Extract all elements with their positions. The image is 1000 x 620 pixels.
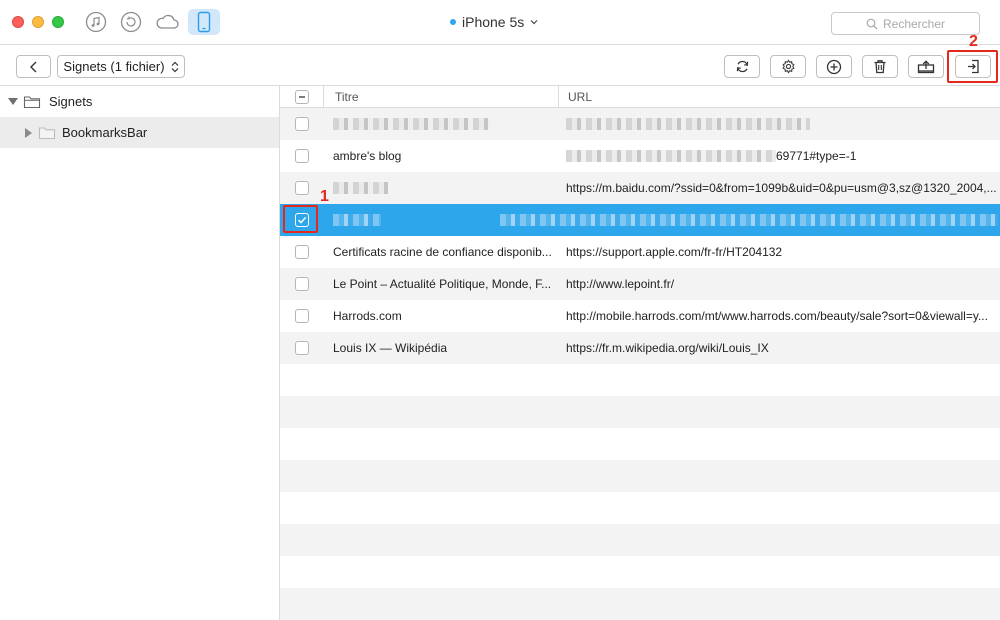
back-button[interactable] <box>16 55 51 78</box>
sync-icon <box>736 60 748 73</box>
bookmark-title: Le Point – Actualité Politique, Monde, F… <box>333 277 552 291</box>
obscured-url <box>566 150 776 162</box>
obscured-title <box>333 118 491 130</box>
minimize-window-button[interactable] <box>32 16 44 28</box>
device-name: iPhone 5s <box>462 14 525 30</box>
table-row[interactable]: Harrods.com http://mobile.harrods.com/mt… <box>280 300 1000 332</box>
delete-button[interactable] <box>862 55 898 78</box>
collapse-triangle-icon[interactable] <box>25 127 32 138</box>
obscured-url <box>500 214 998 226</box>
table-row[interactable]: ambre's blog 69771#type=-1 <box>280 140 1000 172</box>
table-row[interactable]: https://m.baidu.com/?ssid=0&from=1099b&u… <box>280 172 1000 204</box>
column-header-url[interactable]: URL <box>568 90 592 104</box>
obscured-title <box>333 182 388 194</box>
empty-row <box>280 556 1000 588</box>
table-row[interactable]: Le Point – Actualité Politique, Monde, F… <box>280 268 1000 300</box>
bookmark-table: Titre URL ambre's blog 69771#type=-1 htt… <box>280 86 1000 620</box>
bookmark-title: Harrods.com <box>333 309 402 323</box>
music-icon[interactable] <box>81 9 111 35</box>
bookmark-title: Certificats racine de confiance disponib… <box>333 245 552 259</box>
sidebar-item-bookmarksbar[interactable]: BookmarksBar <box>0 117 279 148</box>
row-checkbox[interactable] <box>295 117 309 131</box>
table-row[interactable] <box>280 108 1000 140</box>
updown-chevron-icon <box>171 61 179 72</box>
column-header-title[interactable]: Titre <box>335 90 359 104</box>
bookmark-url: 69771#type=-1 <box>776 149 857 163</box>
bookmark-title: Louis IX — Wikipédia <box>333 341 448 355</box>
folder-icon <box>23 95 41 108</box>
step-2-label: 2 <box>969 33 978 50</box>
sidebar-item-label: Signets <box>49 94 93 109</box>
column-separator <box>323 86 324 108</box>
breadcrumb-label: Signets (1 fichier) <box>63 59 165 74</box>
sidebar-item-signets[interactable]: Signets <box>0 86 279 117</box>
sidebar-item-label: BookmarksBar <box>62 125 148 140</box>
trash-icon <box>874 60 886 74</box>
empty-row <box>280 524 1000 556</box>
empty-row <box>280 460 1000 492</box>
row-checkbox[interactable] <box>295 245 309 259</box>
table-header: Titre URL <box>280 86 1000 108</box>
empty-row <box>280 588 1000 620</box>
empty-row <box>280 492 1000 524</box>
step-1-label: 1 <box>320 188 329 205</box>
device-selector[interactable]: iPhone 5s <box>450 12 538 32</box>
export-to-computer-button[interactable] <box>908 55 944 78</box>
export-icon <box>917 59 935 73</box>
bookmark-title: ambre's blog <box>333 149 402 163</box>
obscured-url <box>566 118 810 130</box>
expand-triangle-icon[interactable] <box>8 98 18 105</box>
sidebar: Signets BookmarksBar <box>0 86 280 620</box>
bookmark-url: http://mobile.harrods.com/mt/www.harrods… <box>566 309 988 323</box>
search-icon <box>866 18 878 29</box>
bookmark-url: http://www.lepoint.fr/ <box>566 277 675 291</box>
row-checkbox[interactable] <box>295 277 309 291</box>
breadcrumb-dropdown[interactable]: Signets (1 fichier) <box>57 55 185 78</box>
chevron-down-icon <box>530 20 538 25</box>
bookmark-url: https://support.apple.com/fr-fr/HT204132 <box>566 245 783 259</box>
step-2-highlight <box>947 50 998 83</box>
add-button[interactable] <box>816 55 852 78</box>
folder-icon <box>38 126 56 139</box>
restore-icon[interactable] <box>116 9 146 35</box>
empty-row <box>280 428 1000 460</box>
bookmark-url: https://fr.m.wikipedia.org/wiki/Louis_IX <box>566 341 769 355</box>
table-row-selected[interactable] <box>280 204 1000 236</box>
toolbar: Signets (1 fichier) <box>0 44 1000 86</box>
row-checkbox[interactable] <box>295 309 309 323</box>
row-checkbox[interactable] <box>295 181 309 195</box>
title-bar: iPhone 5s Rechercher <box>0 0 1000 44</box>
table-row[interactable]: Louis IX — Wikipédia https://fr.m.wikipe… <box>280 332 1000 364</box>
column-separator <box>558 86 559 108</box>
cloud-icon[interactable] <box>152 9 182 35</box>
back-icon <box>29 61 36 72</box>
row-checkbox[interactable] <box>295 341 309 355</box>
search-input[interactable]: Rechercher <box>883 17 945 31</box>
empty-row <box>280 364 1000 396</box>
select-all-checkbox[interactable] <box>295 90 309 104</box>
obscured-title <box>333 214 381 226</box>
row-checkbox[interactable] <box>295 149 309 163</box>
settings-button[interactable] <box>770 55 806 78</box>
close-window-button[interactable] <box>12 16 24 28</box>
refresh-button[interactable] <box>724 55 760 78</box>
zoom-window-button[interactable] <box>52 16 64 28</box>
bookmark-url: https://m.baidu.com/?ssid=0&from=1099b&u… <box>566 181 997 195</box>
device-status-dot <box>450 19 456 25</box>
empty-row <box>280 396 1000 428</box>
search-field[interactable]: Rechercher <box>831 12 980 35</box>
phone-icon[interactable] <box>188 9 220 35</box>
table-row[interactable]: Certificats racine de confiance disponib… <box>280 236 1000 268</box>
add-icon <box>826 59 842 74</box>
step-1-highlight <box>283 205 318 233</box>
gear-icon <box>781 59 795 74</box>
